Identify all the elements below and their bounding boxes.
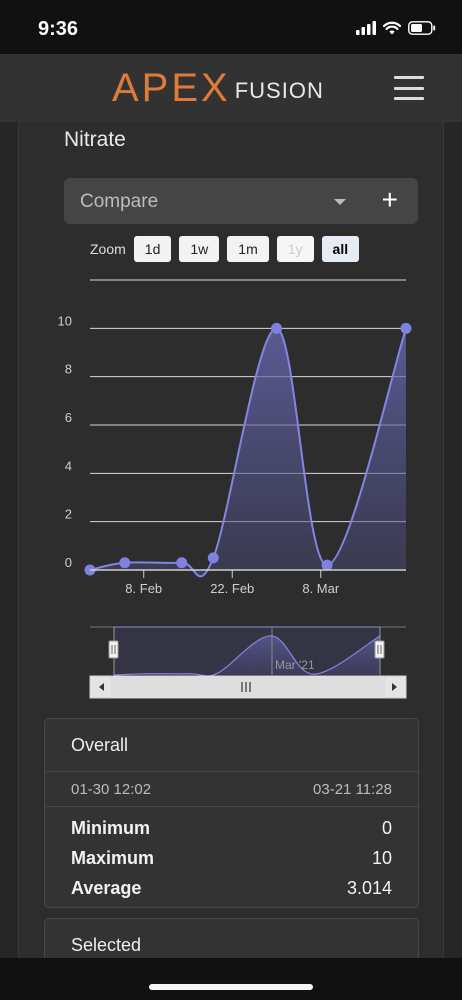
logo-apex-text: APEX [112, 66, 231, 110]
apex-fusion-logo[interactable]: APEX FUSION [112, 66, 324, 108]
range-start: 01-30 12:02 [71, 781, 152, 798]
stat-row: Maximum 10 [45, 843, 418, 873]
zoom-1d-button[interactable]: 1d [133, 236, 172, 262]
zoom-1w-button[interactable]: 1w [179, 236, 220, 262]
overall-title: Overall [71, 735, 129, 755]
home-indicator-bar [0, 958, 462, 1000]
zoom-1m-button[interactable]: 1m [227, 236, 269, 262]
chevron-down-icon[interactable] [334, 199, 346, 205]
stat-row: Average 3.014 [45, 873, 418, 903]
zoom-controls: Zoom 1d 1w 1m 1y all [90, 236, 360, 262]
compare-label: Compare [80, 191, 159, 212]
cellular-signal-icon [356, 21, 376, 35]
zoom-1y-button: 1y [276, 236, 314, 262]
stat-label: Maximum [71, 848, 155, 868]
selected-title: Selected [71, 935, 142, 955]
right-gutter [443, 122, 462, 958]
overall-card: Overall 01-30 12:02 03-21 11:28 Minimum … [44, 718, 419, 908]
status-time: 9:36 [38, 18, 79, 40]
battery-icon [408, 21, 436, 35]
stat-value: 3.014 [346, 878, 392, 898]
stat-value: 10 [371, 848, 392, 868]
stat-value: 0 [381, 818, 392, 838]
stat-label: Minimum [71, 818, 150, 838]
stat-row: Minimum 0 [45, 813, 418, 843]
home-indicator[interactable] [149, 984, 313, 990]
page-title: Nitrate [64, 128, 126, 151]
logo-fusion-text: FUSION [234, 78, 324, 103]
status-bar: 9:36 [0, 0, 462, 54]
wifi-icon [383, 21, 401, 35]
overall-range: 01-30 12:02 03-21 11:28 [45, 772, 418, 807]
left-gutter [0, 122, 19, 958]
status-icons [356, 20, 436, 36]
zoom-all-button[interactable]: all [321, 236, 360, 262]
add-compare-button[interactable]: + [382, 184, 398, 216]
hamburger-menu-icon[interactable] [394, 76, 424, 100]
zoom-label: Zoom [90, 241, 126, 257]
overall-header: Overall [45, 719, 418, 772]
range-end: 03-21 11:28 [313, 781, 392, 798]
compare-select[interactable]: Compare + [64, 178, 418, 224]
stat-label: Average [71, 878, 142, 898]
